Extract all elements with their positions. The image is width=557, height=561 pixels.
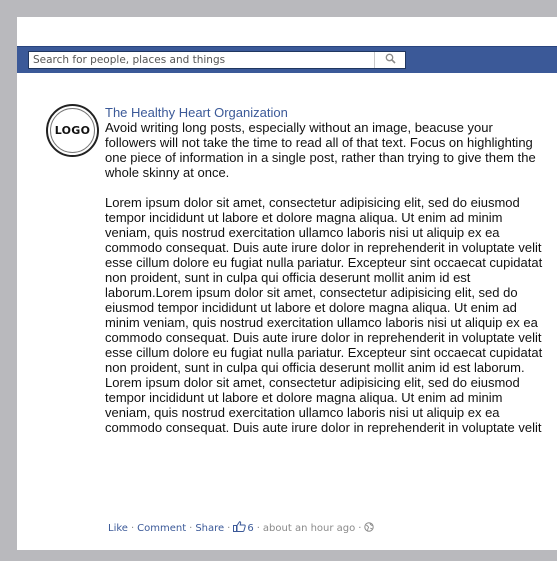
like-link[interactable]: Like — [108, 523, 128, 534]
post-intro-text: Avoid writing long posts, especially wit… — [105, 120, 536, 180]
post-author-link[interactable]: The Healthy Heart Organization — [105, 105, 545, 120]
page-frame: LOGO The Healthy Heart Organization Avoi… — [17, 17, 557, 550]
comment-link[interactable]: Comment — [137, 523, 186, 534]
separator: · — [130, 522, 135, 534]
separator: · — [189, 522, 193, 534]
top-bar — [17, 46, 557, 73]
post-timestamp[interactable]: about an hour ago — [263, 523, 355, 534]
search-input[interactable] — [29, 52, 374, 68]
page-logo[interactable]: LOGO — [46, 104, 99, 157]
post: The Healthy Heart Organization Avoid wri… — [105, 105, 545, 435]
logo-text: LOGO — [50, 108, 95, 153]
globe-icon[interactable] — [364, 521, 375, 535]
search-box — [28, 51, 406, 69]
separator: · — [256, 522, 260, 534]
separator: · — [227, 522, 231, 534]
thumbs-up-icon — [233, 521, 247, 535]
share-link[interactable]: Share — [195, 523, 224, 534]
search-icon — [385, 51, 396, 69]
like-count[interactable]: 6 — [233, 521, 254, 535]
separator: · — [358, 522, 362, 534]
post-actions: Like · Comment · Share · 6 · about an ho… — [108, 521, 375, 535]
post-body-text: Lorem ipsum dolor sit amet, consectetur … — [105, 195, 543, 435]
search-button[interactable] — [375, 52, 405, 68]
